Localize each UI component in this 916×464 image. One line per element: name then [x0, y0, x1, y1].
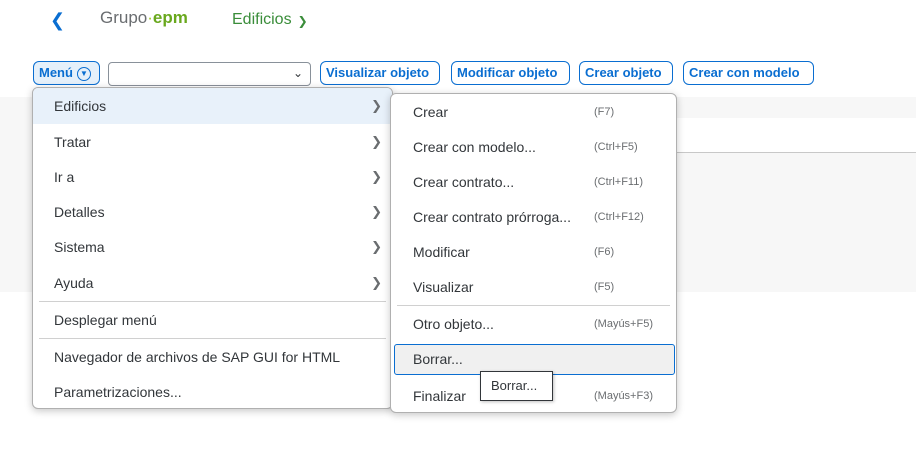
- submenu-item-crear[interactable]: Crear (F7): [391, 94, 676, 130]
- submenu-item-visualizar[interactable]: Visualizar (F5): [391, 269, 676, 305]
- shortcut-label: (Ctrl+F5): [594, 141, 638, 153]
- menu-item-sistema[interactable]: Sistema ❯: [33, 229, 392, 265]
- menu-item-label: Sistema: [54, 239, 105, 255]
- chevron-right-icon: ❯: [371, 275, 382, 290]
- submenu-item-label: Borrar...: [413, 351, 463, 367]
- submenu-item-otro-objeto[interactable]: Otro objeto... (Mayús+F5): [391, 306, 676, 342]
- submenu-item-label: Finalizar: [413, 388, 466, 404]
- menu-button-label: Menú: [39, 65, 73, 80]
- menu-item-label: Parametrizaciones...: [54, 384, 182, 400]
- shell-header: ❮ Grupo·epm Edificios ❯: [0, 0, 916, 44]
- app-title-dropdown[interactable]: Edificios ❯: [232, 10, 308, 30]
- menu-item-label: Ayuda: [54, 275, 94, 291]
- object-select[interactable]: ⌄: [108, 62, 311, 86]
- chevron-right-icon: ❯: [371, 169, 382, 184]
- submenu-item-label: Crear: [413, 104, 449, 120]
- menu-item-label: Navegador de archivos de SAP GUI for HTM…: [54, 349, 341, 365]
- menu-item-detalles[interactable]: Detalles ❯: [33, 194, 392, 230]
- crear-objeto-button[interactable]: Crear objeto: [579, 61, 673, 85]
- submenu-item-crear-con-modelo[interactable]: Crear con modelo... (Ctrl+F5): [391, 129, 676, 165]
- visualizar-objeto-button[interactable]: Visualizar objeto: [320, 61, 440, 85]
- menu-item-tratar[interactable]: Tratar ❯: [33, 124, 392, 160]
- shortcut-label: (Mayús+F5): [594, 318, 653, 330]
- submenu-item-label: Crear con modelo...: [413, 139, 536, 155]
- shortcut-label: (Ctrl+F11): [594, 176, 643, 188]
- chevron-down-icon: ❯: [297, 14, 308, 28]
- shortcut-label: (Mayús+F3): [594, 390, 653, 402]
- submenu-item-modificar[interactable]: Modificar (F6): [391, 234, 676, 270]
- edificios-submenu: Crear (F7) Crear con modelo... (Ctrl+F5)…: [390, 93, 677, 413]
- chevron-down-icon: ⌄: [292, 66, 303, 80]
- main-menu: Edificios ❯ Tratar ❯ Ir a ❯ Detalles ❯ S…: [32, 87, 393, 409]
- submenu-item-label: Modificar: [413, 244, 470, 260]
- modificar-objeto-button[interactable]: Modificar objeto: [451, 61, 570, 85]
- menu-item-label: Ir a: [54, 169, 75, 185]
- menu-item-ir-a[interactable]: Ir a ❯: [33, 159, 392, 195]
- menu-item-navegador-archivos[interactable]: Navegador de archivos de SAP GUI for HTM…: [33, 339, 392, 375]
- chevron-right-icon: ❯: [371, 98, 382, 113]
- submenu-item-crear-contrato-prorroga[interactable]: Crear contrato prórroga... (Ctrl+F12): [391, 199, 676, 235]
- submenu-item-label: Visualizar: [413, 279, 474, 295]
- submenu-item-crear-contrato[interactable]: Crear contrato... (Ctrl+F11): [391, 164, 676, 200]
- submenu-item-label: Crear contrato...: [413, 174, 515, 190]
- submenu-item-label: Otro objeto...: [413, 316, 494, 332]
- menu-item-edificios[interactable]: Edificios ❯: [33, 88, 392, 124]
- shortcut-label: (F7): [594, 106, 615, 118]
- shortcut-label: (F6): [594, 246, 615, 258]
- back-icon[interactable]: ❮: [50, 10, 66, 30]
- menu-item-label: Desplegar menú: [54, 312, 157, 328]
- chevron-down-circle-icon: ▼: [76, 67, 91, 81]
- menu-item-desplegar-menu[interactable]: Desplegar menú: [33, 302, 392, 338]
- menu-item-label: Detalles: [54, 204, 105, 220]
- submenu-item-label: Crear contrato prórroga...: [413, 209, 571, 225]
- menu-item-label: Tratar: [54, 134, 91, 150]
- menu-item-label: Edificios: [54, 98, 107, 114]
- crear-con-modelo-button[interactable]: Crear con modelo: [683, 61, 814, 85]
- menu-item-parametrizaciones[interactable]: Parametrizaciones...: [33, 374, 392, 410]
- chevron-right-icon: ❯: [371, 239, 382, 254]
- logo-text-epm: epm: [152, 8, 188, 27]
- tooltip: Borrar...: [480, 371, 553, 401]
- menu-button[interactable]: Menú ▼: [33, 61, 100, 85]
- logo-text-grupo: Grupo: [100, 8, 148, 27]
- chevron-right-icon: ❯: [371, 134, 382, 149]
- company-logo[interactable]: Grupo·epm: [100, 6, 188, 30]
- shortcut-label: (F5): [594, 281, 615, 293]
- menu-item-ayuda[interactable]: Ayuda ❯: [33, 265, 392, 301]
- app-title: Edificios: [232, 11, 292, 28]
- shortcut-label: (Ctrl+F12): [594, 211, 644, 223]
- chevron-right-icon: ❯: [371, 204, 382, 219]
